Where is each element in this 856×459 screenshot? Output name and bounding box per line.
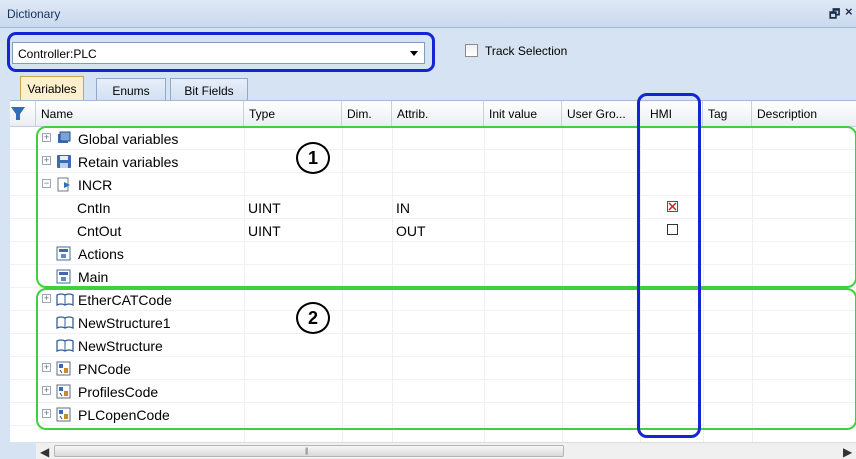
table-row[interactable]: NewStructure1 [10,311,856,334]
horizontal-scrollbar[interactable]: ◀ ||| ▶ [36,442,856,459]
col-type[interactable]: Type [244,101,342,127]
row-name: Actions [78,246,124,262]
table-row[interactable]: + Global variables [10,127,856,150]
row-type[interactable]: UINT [248,196,281,219]
track-selection-checkbox[interactable] [465,44,478,57]
global-vars-icon [56,131,72,146]
program-icon [56,177,72,192]
row-name: Main [78,269,109,285]
col-tag[interactable]: Tag [703,101,752,127]
expand-icon[interactable]: + [42,156,51,165]
scroll-right-icon[interactable]: ▶ [843,445,852,459]
table-row[interactable]: − INCR [10,173,856,196]
tab-bit-fields[interactable]: Bit Fields [170,78,248,100]
filter-icon[interactable] [11,107,25,120]
controller-select[interactable]: Controller:PLC [12,42,425,64]
table-row[interactable]: + EtherCATCode [10,288,856,311]
table-row[interactable]: + Retain variables [10,150,856,173]
toolbar: Controller:PLC [0,28,856,76]
col-dim[interactable]: Dim. [342,101,392,127]
annotation-marker-1: 1 [296,142,330,174]
table-row[interactable]: Main [10,265,856,288]
row-name: CntIn [77,200,111,216]
row-name: Retain variables [78,154,179,170]
scroll-left-icon[interactable]: ◀ [40,445,49,459]
col-user-group[interactable]: User Gro... [562,101,640,127]
table-row[interactable]: + PLCopenCode [10,403,856,426]
table-row[interactable]: + PNCode [10,357,856,380]
expand-icon[interactable]: + [42,363,51,372]
filter-column[interactable] [10,101,36,127]
panel-title: Dictionary [7,7,61,21]
row-name: PNCode [78,361,131,377]
row-attrib[interactable]: IN [396,196,410,219]
close-icon[interactable]: × [845,4,853,19]
row-name: EtherCATCode [78,292,172,308]
collapse-icon[interactable]: − [42,179,51,188]
row-name: NewStructure1 [78,315,171,331]
col-init-value[interactable]: Init value [484,101,562,127]
library-icon [56,407,72,422]
row-name: PLCopenCode [78,407,170,423]
table-row[interactable]: CntIn UINT IN [10,196,856,219]
book-icon [56,315,74,330]
col-attrib[interactable]: Attrib. [392,101,484,127]
tab-variables[interactable]: Variables [20,76,84,100]
dictionary-panel: Dictionary 🗗 × Controller:PLC Track Sele… [0,0,856,459]
row-name: ProfilesCode [78,384,159,400]
table-row[interactable]: NewStructure [10,334,856,357]
library-icon [56,361,72,376]
expand-icon[interactable]: + [42,294,51,303]
title-bar: Dictionary 🗗 × [0,0,856,28]
variables-grid: Name Type Dim. Attrib. Init value User G… [10,100,856,443]
actions-icon [56,246,72,261]
scroll-thumb[interactable]: ||| [54,445,564,457]
chevron-down-icon[interactable] [410,51,418,56]
controller-select-value: Controller:PLC [18,47,97,61]
grip-icon: ||| [305,448,309,455]
hmi-checkbox[interactable] [667,224,678,235]
row-name: INCR [78,177,113,193]
retain-vars-icon [56,154,72,169]
float-window-icon[interactable]: 🗗 [829,5,840,26]
row-name: Global variables [78,131,179,147]
row-name: CntOut [77,223,122,239]
grid-header: Name Type Dim. Attrib. Init value User G… [10,101,856,127]
col-name[interactable]: Name [36,101,244,127]
table-row[interactable]: + ProfilesCode [10,380,856,403]
expand-icon[interactable]: + [42,133,51,142]
main-icon [56,269,72,284]
col-hmi[interactable]: HMI [640,101,703,127]
row-name: NewStructure [78,338,163,354]
expand-icon[interactable]: + [42,386,51,395]
table-row[interactable]: Actions [10,242,856,265]
col-description[interactable]: Description [752,101,856,127]
tab-enums[interactable]: Enums [96,78,166,100]
row-type[interactable]: UINT [248,219,281,242]
hmi-checkbox[interactable] [667,201,678,212]
library-icon [56,384,72,399]
row-attrib[interactable]: OUT [396,219,426,242]
book-icon [56,338,74,353]
table-row[interactable]: CntOut UINT OUT [10,219,856,242]
expand-icon[interactable]: + [42,409,51,418]
annotation-marker-2: 2 [296,302,330,334]
book-icon [56,292,74,307]
track-selection-label: Track Selection [485,44,568,58]
